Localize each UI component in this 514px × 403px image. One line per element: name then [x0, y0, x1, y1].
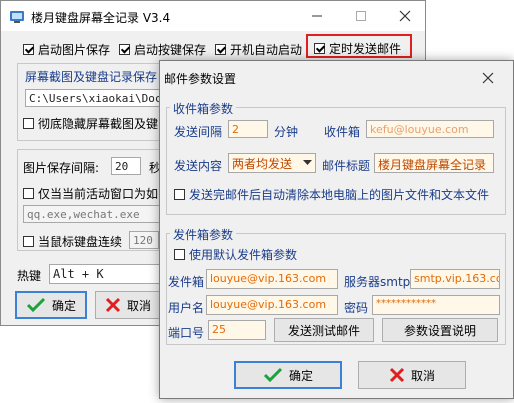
- opt-autostart[interactable]: 开机自动启动: [215, 41, 302, 58]
- process-list-field[interactable]: qq.exe,wechat.exe: [23, 205, 161, 223]
- dialog-cancel-label: 取消: [410, 368, 435, 383]
- only-active-label: 仅当当前活动窗口为如: [38, 187, 159, 201]
- opt-save-keys-label: 启动按键保存: [134, 43, 207, 57]
- cancel-x-icon: [105, 297, 121, 313]
- clear-label: 发送完邮件后自动清除本地电脑上的图片文件和文本文件: [189, 188, 490, 202]
- close-button[interactable]: [385, 3, 425, 29]
- check-icon: [263, 367, 283, 383]
- maximize-button[interactable]: [341, 3, 381, 29]
- mouse-continuous-field[interactable]: 120: [129, 231, 159, 249]
- opt-timed-email[interactable]: 定时发送邮件: [314, 40, 401, 57]
- dialog-close-button[interactable]: [468, 65, 508, 91]
- send-interval-field[interactable]: 2: [228, 120, 268, 138]
- send-interval-unit: 分钟: [274, 125, 299, 139]
- send-test-button[interactable]: 发送测试邮件: [274, 318, 374, 342]
- main-cancel-label: 取消: [126, 298, 151, 313]
- opt-save-images-label: 启动图片保存: [38, 43, 111, 57]
- opt-save-keys-checkbox[interactable]: [119, 44, 130, 55]
- opt-timed-email-label: 定时发送邮件: [329, 42, 402, 56]
- chevron-down-icon: [303, 160, 312, 165]
- smtp-field[interactable]: smtp.vip.163.com: [410, 269, 500, 289]
- close-icon: [482, 72, 494, 84]
- check-icon: [26, 297, 46, 313]
- hotkey-label: 热键: [17, 269, 42, 283]
- main-ok-label: 确定: [51, 298, 76, 313]
- opt-autostart-checkbox[interactable]: [215, 44, 226, 55]
- params-help-button[interactable]: 参数设置说明: [382, 318, 498, 342]
- port-label: 端口号: [168, 326, 205, 340]
- interval-label: 图片保存间隔:: [23, 161, 100, 175]
- app-icon: [10, 11, 24, 23]
- dialog-cancel-button[interactable]: 取消: [358, 361, 466, 389]
- content-select[interactable]: 两者均发送: [228, 153, 316, 173]
- hide-checkbox[interactable]: [23, 118, 34, 129]
- clear-checkbox[interactable]: [174, 189, 185, 200]
- opt-autostart-label: 开机自动启动: [230, 43, 303, 57]
- screenshot-path-label: 屏幕截图及键盘记录保存: [25, 70, 158, 84]
- hide-label: 彻底隐藏屏幕截图及键: [38, 117, 159, 131]
- main-cancel-button[interactable]: 取消: [95, 291, 161, 319]
- main-titlebar[interactable]: 楼月键盘屏幕全记录 V3.4: [1, 1, 425, 31]
- close-icon: [399, 10, 411, 22]
- dialog-ok-button[interactable]: 确定: [234, 361, 342, 389]
- path-field[interactable]: C:\Users\xiaokai\Docu: [25, 89, 161, 107]
- username-field[interactable]: louyue@vip.163.com: [206, 295, 338, 315]
- send-test-label: 发送测试邮件: [287, 323, 360, 338]
- use-default-option[interactable]: 使用默认发件箱参数: [174, 246, 297, 263]
- minimize-icon: [312, 15, 322, 17]
- username-label: 用户名: [168, 301, 205, 315]
- use-default-label: 使用默认发件箱参数: [189, 248, 298, 262]
- params-help-label: 参数设置说明: [403, 323, 476, 338]
- inbox-field[interactable]: kefu@louyue.com: [366, 120, 494, 138]
- dialog-title: 邮件参数设置: [164, 72, 237, 86]
- sender-field[interactable]: louyue@vip.163.com: [206, 269, 338, 289]
- port-field[interactable]: 25: [208, 320, 266, 340]
- hide-option[interactable]: 彻底隐藏屏幕截图及键: [23, 115, 158, 132]
- smtp-label: 服务器smtp: [344, 275, 411, 289]
- main-title: 楼月键盘屏幕全记录 V3.4: [31, 11, 171, 25]
- use-default-checkbox[interactable]: [174, 249, 185, 260]
- password-label: 密码: [344, 301, 369, 315]
- clear-option[interactable]: 发送完邮件后自动清除本地电脑上的图片文件和文本文件: [174, 186, 489, 203]
- mouse-continuous-checkbox[interactable]: [23, 236, 34, 247]
- only-active-checkbox[interactable]: [23, 188, 34, 199]
- password-field[interactable]: ************: [372, 295, 500, 315]
- mouse-continuous-label: 当鼠标键盘连续: [38, 235, 123, 249]
- send-group-title: 发件箱参数: [170, 226, 237, 243]
- send-interval-label: 发送间隔: [174, 125, 223, 139]
- content-select-value: 两者均发送: [232, 156, 293, 171]
- minimize-button[interactable]: [297, 3, 337, 29]
- sender-label: 发件箱: [168, 275, 205, 289]
- dialog-ok-label: 确定: [288, 368, 313, 383]
- subject-label: 邮件标题: [322, 159, 371, 173]
- inbox-label: 收件箱: [324, 125, 361, 139]
- recv-group-title: 收件箱参数: [170, 100, 237, 117]
- opt-timed-email-checkbox[interactable]: [314, 43, 325, 54]
- maximize-icon: [356, 11, 366, 21]
- main-ok-button[interactable]: 确定: [15, 291, 87, 319]
- interval-field[interactable]: 20: [111, 157, 141, 175]
- cancel-x-icon: [389, 367, 405, 383]
- subject-field[interactable]: 楼月键盘屏幕全记录: [374, 153, 494, 173]
- opt-save-images-checkbox[interactable]: [23, 44, 34, 55]
- opt-save-keys[interactable]: 启动按键保存: [119, 41, 206, 58]
- mouse-continuous-option[interactable]: 当鼠标键盘连续: [23, 233, 122, 250]
- only-active-option[interactable]: 仅当当前活动窗口为如: [23, 185, 158, 202]
- hotkey-field[interactable]: Alt + K: [49, 264, 161, 284]
- opt-save-images[interactable]: 启动图片保存: [23, 41, 110, 58]
- content-label: 发送内容: [174, 159, 223, 173]
- email-dialog: 邮件参数设置 收件箱参数 发送间隔 2 分钟 收件箱 kefu@louyue.c…: [159, 60, 514, 399]
